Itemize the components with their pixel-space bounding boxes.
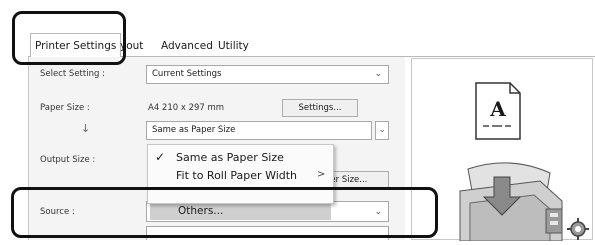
output-combo[interactable]: Same as Paper Size xyxy=(146,121,372,140)
paper-size-label: Paper Size : xyxy=(40,103,90,113)
select-setting-value: Current Settings xyxy=(152,69,222,79)
check-icon: ✓ xyxy=(155,150,166,164)
output-size-label: Output Size : xyxy=(40,155,96,165)
gear-icon xyxy=(566,217,590,241)
printer-icon xyxy=(450,151,570,242)
paper-preview-letter: A xyxy=(490,97,506,121)
preview-panel: A xyxy=(411,58,593,242)
output-combo-value: Same as Paper Size xyxy=(152,125,236,135)
callout-source-row xyxy=(11,187,438,238)
callout-printer-settings-tab xyxy=(12,11,126,65)
menu-item-fit-to-roll-width[interactable]: Fit to Roll Paper Width xyxy=(176,169,297,182)
menu-item-same-as-paper-size[interactable]: Same as Paper Size xyxy=(176,151,284,164)
select-setting-combo[interactable]: Current Settings ⌄ xyxy=(146,65,389,84)
output-combo-dropdown-button[interactable]: ⌄ xyxy=(375,121,389,140)
paper-settings-button[interactable]: Settings... xyxy=(282,99,358,117)
submenu-arrow-icon: > xyxy=(317,169,326,180)
chevron-down-icon: ⌄ xyxy=(374,69,382,79)
tab-utility[interactable]: Utility xyxy=(214,35,253,57)
select-setting-label: Select Setting : xyxy=(40,69,105,79)
paper-size-value: A4 210 x 297 mm xyxy=(148,103,225,113)
tab-advanced[interactable]: Advanced xyxy=(157,35,217,57)
chevron-down-icon: ⌄ xyxy=(378,125,386,135)
down-arrow-icon: ↓ xyxy=(81,122,91,135)
